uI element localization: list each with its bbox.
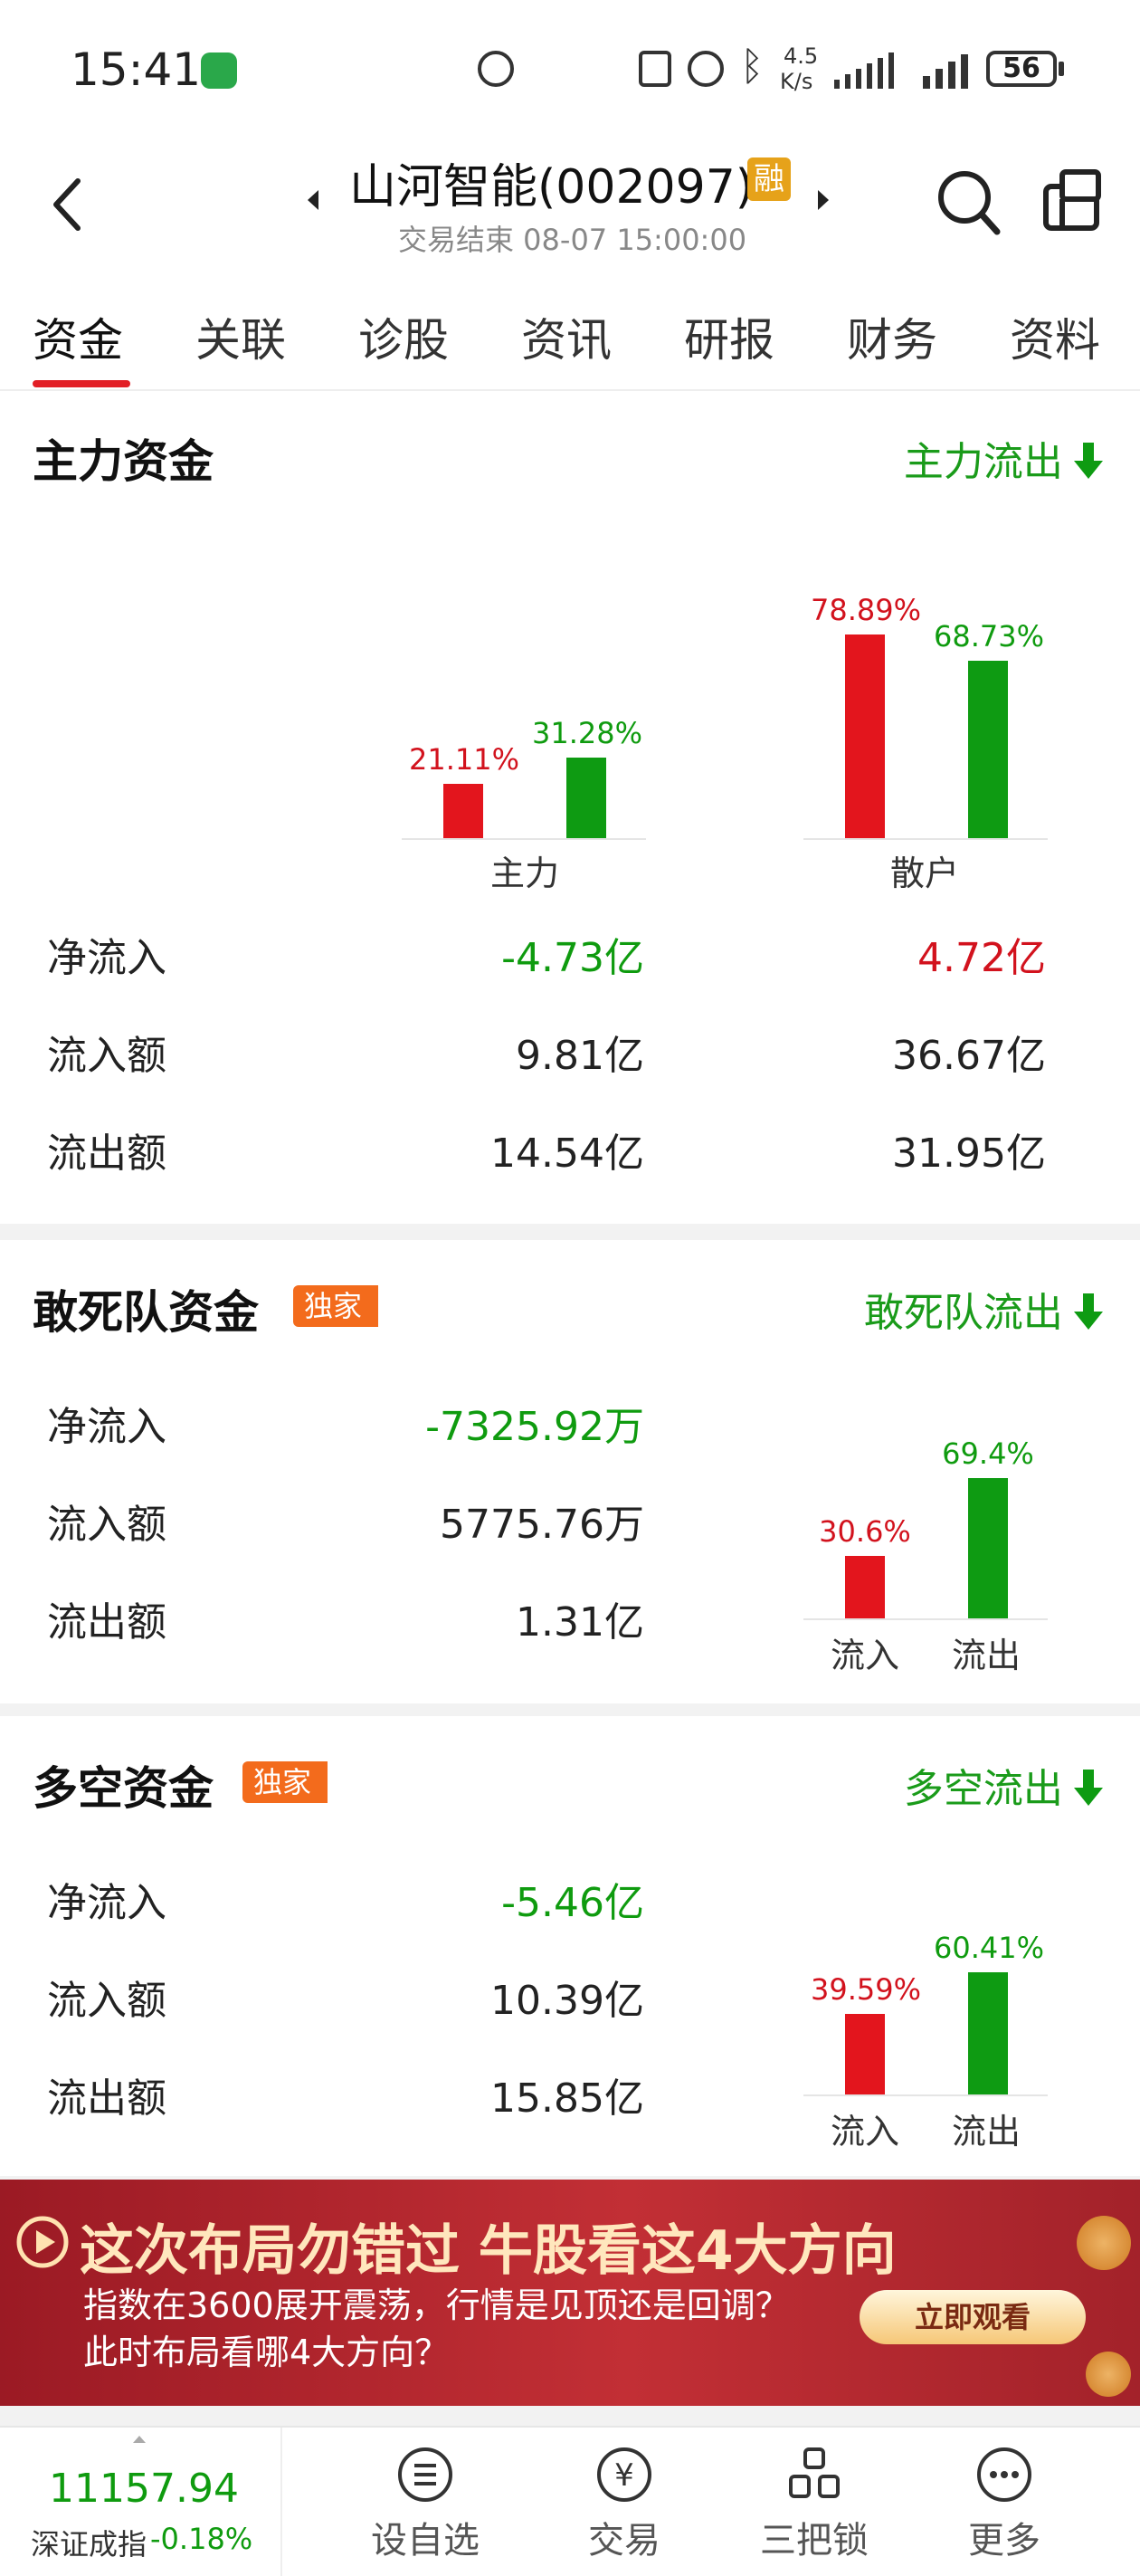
main-outflow-bar: [566, 757, 606, 838]
retail-inflow-value: 36.67亿: [892, 1033, 1046, 1079]
main-fund-chart: 21.11% 31.28% 78.89% 68.73% 主力 散户: [0, 391, 1140, 898]
retail-baseline: [803, 838, 1048, 840]
more-icon: [977, 2447, 1031, 2502]
main-inflow-pct: 21.11%: [409, 741, 520, 777]
banner-line1: 指数在3600展开震荡，行情是见顶还是回调？: [83, 2285, 790, 2325]
ls-outflow-bar: [968, 1971, 1008, 2094]
retail-outflow-bar: [968, 661, 1008, 838]
ls-fund-chart: 39.59% 60.41% 流入 流出: [0, 1716, 1140, 2176]
main-baseline: [402, 838, 646, 840]
dare-inflow-bar: [845, 1556, 885, 1618]
active-tab-indicator: [33, 380, 130, 387]
margin-badge: 融: [747, 157, 791, 201]
signal-2-icon: [923, 54, 968, 89]
three-locks-label: 三把锁: [760, 2520, 869, 2562]
dare-out-axis-label: 流出: [951, 1636, 1021, 1675]
stock-header: 山河智能(002097) 融 交易结束 08-07 15:00:00: [0, 136, 1140, 272]
share-icon[interactable]: [1042, 168, 1102, 232]
battery-level: 56: [1002, 52, 1040, 84]
ls-out-axis-label: 流出: [951, 2112, 1021, 2151]
main-net-label: 净流入: [47, 935, 166, 981]
net-speed-unit: K/s: [780, 69, 813, 94]
index-ticker[interactable]: 11157.94 深证成指 -0.18%: [0, 2428, 282, 2576]
more-button[interactable]: 更多: [914, 2428, 1095, 2576]
dare-fund-section: 敢死队资金 独家 敢死队流出 净流入 -7325.92万 流入额 5775.76…: [0, 1240, 1140, 1703]
retail-axis-label: 散户: [889, 854, 959, 893]
main-inflow-bar: [443, 783, 483, 838]
battery-tip: [1059, 62, 1064, 76]
chat-app-icon: [201, 52, 237, 89]
status-time: 15:41: [71, 43, 202, 96]
main-net-value: -4.73亿: [501, 935, 644, 981]
dare-outflow-bar: [968, 1477, 1008, 1618]
status-bar: 15:41 ᛒ 4.5 K/s 56: [0, 0, 1140, 136]
dare-fund-chart: 30.6% 69.4% 流入 流出: [0, 1240, 1140, 1703]
tab-fund[interactable]: 资金: [33, 304, 123, 369]
banner-line2: 此时布局看哪4大方向？: [83, 2333, 450, 2372]
main-axis-label: 主力: [489, 854, 559, 893]
stock-title: 山河智能(002097): [349, 160, 755, 215]
main-outflow-pct: 31.28%: [532, 715, 643, 750]
svg-text:¥: ¥: [614, 2457, 634, 2494]
battery-icon: 56: [986, 51, 1057, 87]
search-icon[interactable]: [936, 168, 1001, 237]
banner-headline: 这次布局勿错过 牛股看这4大方向: [80, 2219, 897, 2283]
retail-outflow-pct: 68.73%: [934, 619, 1045, 654]
dare-outflow-pct: 69.4%: [942, 1436, 1034, 1471]
dare-inflow-pct: 30.6%: [819, 1514, 911, 1550]
ls-fund-section: 多空资金 独家 多空流出 净流入 -5.46亿 流入额 10.39亿 流出额 1…: [0, 1716, 1140, 2176]
list-icon: [398, 2447, 452, 2502]
banner-cta-button[interactable]: 立即观看: [860, 2290, 1086, 2344]
main-outflow-label: 流出额: [47, 1131, 166, 1177]
tab-bar: 资金 关联 诊股 资讯 研报 财务 资料: [0, 272, 1140, 391]
bluetooth-icon: ᛒ: [740, 43, 765, 90]
retail-outflow-value: 31.95亿: [892, 1131, 1046, 1177]
alarm-icon: [688, 51, 724, 87]
tab-news[interactable]: 资讯: [521, 304, 612, 369]
promo-banner[interactable]: 这次布局勿错过 牛股看这4大方向 指数在3600展开震荡，行情是见顶还是回调？ …: [0, 2180, 1140, 2406]
yen-trade-icon: ¥: [597, 2447, 651, 2502]
add-watchlist-label: 设自选: [371, 2520, 480, 2562]
play-icon: [16, 2216, 69, 2268]
add-watchlist-button[interactable]: 设自选: [335, 2428, 516, 2576]
three-locks-button[interactable]: 三把锁: [724, 2428, 905, 2576]
tab-profile[interactable]: 资料: [1010, 304, 1100, 369]
coin-decoration: [1077, 2216, 1131, 2270]
expand-up-icon: [133, 2436, 146, 2443]
ls-inflow-pct: 39.59%: [811, 1972, 922, 2008]
index-value: 11157.94: [49, 2466, 239, 2512]
tab-finance[interactable]: 财务: [847, 304, 937, 369]
tab-research[interactable]: 研报: [684, 304, 774, 369]
retail-inflow-bar: [845, 634, 885, 838]
ls-outflow-pct: 60.41%: [934, 1930, 1045, 1965]
main-inflow-label: 流入额: [47, 1033, 166, 1079]
next-stock-icon[interactable]: [816, 188, 831, 212]
bottom-bar: 11157.94 深证成指 -0.18% 设自选 ¥ 交易 三把锁 更多: [0, 2426, 1140, 2576]
nfc-icon: [639, 51, 671, 87]
index-change: -0.18%: [150, 2522, 253, 2556]
signal-1-icon: [834, 52, 894, 89]
index-name: 深证成指: [31, 2527, 147, 2562]
trade-status: 交易结束 08-07 15:00:00: [398, 223, 747, 257]
net-speed-value: 4.5: [784, 43, 819, 69]
main-outflow-value: 14.54亿: [490, 1131, 644, 1177]
main-inflow-value: 9.81亿: [516, 1033, 644, 1079]
trade-button[interactable]: ¥ 交易: [534, 2428, 715, 2576]
locks-icon: [789, 2447, 840, 2498]
main-fund-section: 主力资金 主力流出 21.11% 31.28% 78.89% 68.73% 主力 散户 净…: [0, 391, 1140, 1224]
more-label: 更多: [968, 2520, 1040, 2562]
coin-decoration: [1086, 2352, 1131, 2397]
tab-diagnosis[interactable]: 诊股: [358, 304, 449, 369]
trade-label: 交易: [588, 2520, 660, 2562]
ls-inflow-bar: [845, 2014, 885, 2094]
tab-related[interactable]: 关联: [195, 304, 286, 369]
dare-baseline: [803, 1618, 1048, 1620]
retail-inflow-pct: 78.89%: [811, 593, 922, 628]
back-arrow-icon[interactable]: [49, 176, 85, 234]
retail-net-value: 4.72亿: [917, 935, 1046, 981]
ls-baseline: [803, 2094, 1048, 2096]
prev-stock-icon[interactable]: [306, 188, 320, 212]
data-saver-icon: [478, 51, 514, 87]
